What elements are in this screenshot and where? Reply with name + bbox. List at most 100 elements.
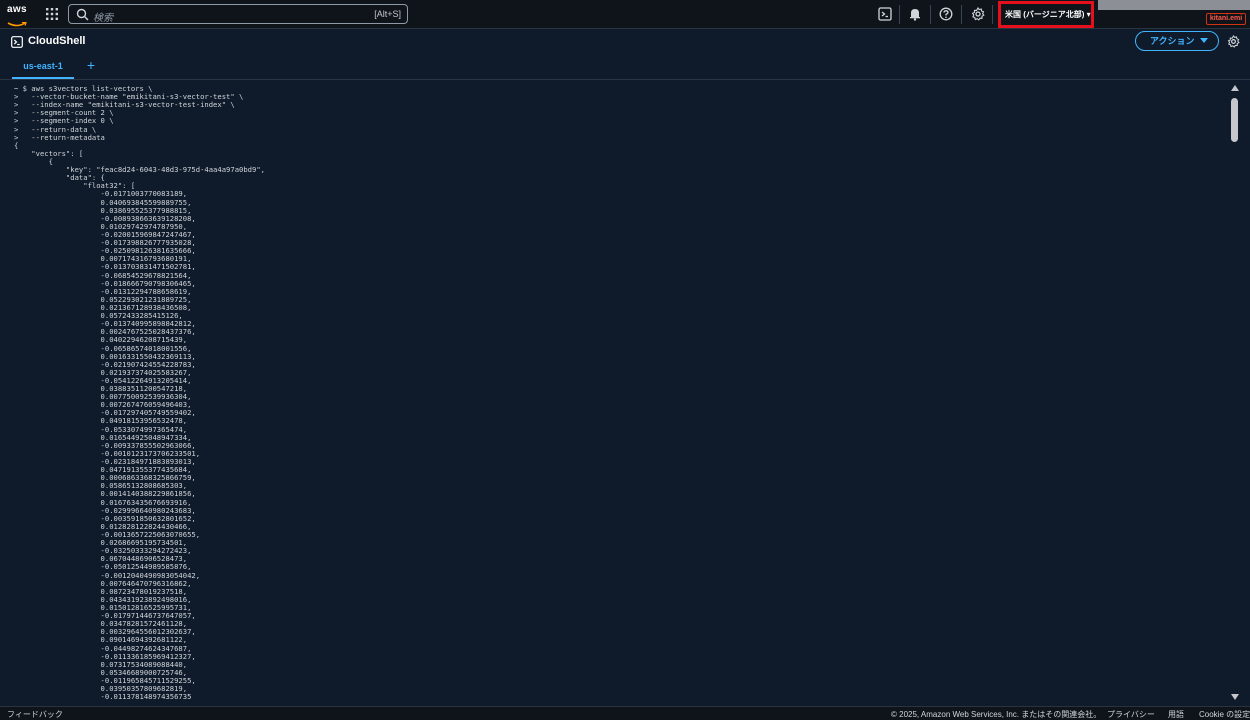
bell-icon[interactable] [908,7,922,21]
terminal-line: -0.003591850632801652, [14,513,196,523]
footer: フィードバック © 2025, Amazon Web Services, Inc… [0,706,1250,720]
account-menu-bar[interactable] [1098,0,1250,10]
terminal-line: 0.0006863368325866759, [14,473,196,483]
cloudshell-icon[interactable] [878,7,892,21]
terminal-line: 0.007267476059496403, [14,400,192,410]
cloudshell-header: CloudShell アクション [0,29,1250,56]
terminal-line: 0.0016331550432369113, [14,351,196,361]
terminal-line: -0.0013657225063070655, [14,530,201,540]
gear-icon[interactable] [971,7,985,21]
terminal-line: 0.007174316793680191, [14,254,192,264]
terminal-line: -0.013703831471502781, [14,262,196,272]
terminal-line: "vectors": [ [14,148,84,158]
terminal-line: 0.03950357809682819, [14,684,188,694]
session-tabs: us-east-1 + [0,56,1250,80]
scroll-up-arrow-icon[interactable] [1231,85,1239,91]
terminal-line: 0.02686695195734501, [14,538,188,548]
terminal-line: 0.08723478019237518, [14,586,188,596]
terminal-line: 0.052293021231889725, [14,294,192,304]
terminal-line: 0.06704486906528473, [14,554,188,564]
region-label: 米国 (バージニア北部) ▾ [1005,10,1091,19]
terminal-line: -0.017398826777935028, [14,238,196,248]
terminal-line: -0.013740995898842812, [14,319,196,329]
actions-button-label: アクション [1150,36,1195,46]
terminal-line: -0.017971446737647057, [14,611,196,621]
terminal-line: 0.0024767525028437376, [14,327,196,337]
actions-button[interactable]: アクション [1135,31,1219,51]
terminal-line: 0.016544925048947334, [14,432,192,442]
terminal-line: -0.023184971883893013, [14,457,196,467]
terms-link[interactable]: 用語 [1168,709,1184,720]
tab-us-east-1[interactable]: us-east-1 [12,56,74,79]
cloudshell-title-icon [11,36,23,48]
terminal-line: -0.025098126381635666, [14,246,196,256]
terminal-line: -0.04498274624347687, [14,643,192,653]
terminal-scrollbar[interactable] [1229,84,1241,702]
terminal-line: -0.05412264913205414, [14,375,192,385]
terminal-line: > --return-metadata [14,132,105,142]
top-navigation: aws 検索 [Alt+S] 米国 (バージニア北部) ▾ kitani.emi [0,0,1250,29]
terminal-line: -0.0010123173706233501, [14,448,201,458]
settings-gear-icon[interactable] [1227,35,1240,48]
services-grid-icon[interactable] [46,8,58,20]
terminal-line: -0.0533074997365474, [14,424,188,434]
search-placeholder: 検索 [93,13,113,24]
terminal-line: > --segment-count 2 \ [14,108,114,118]
terminal-output[interactable]: ~ $ aws s3vectors list-vectors \ > --vect… [0,81,1229,703]
terminal-line: 0.0014140388229861856, [14,489,196,499]
terminal-line: -0.011336185969412327, [14,651,196,661]
terminal-line: 0.0572433285415126, [14,311,183,321]
aws-logo-text: aws [7,4,27,15]
terminal-line: 0.03883511200547218, [14,384,188,394]
search-input[interactable]: 検索 [Alt+S] [68,4,408,24]
terminal-line: 0.05346689000725746, [14,667,188,677]
terminal-line: -0.03250333294272423, [14,546,192,556]
terminal-line: -0.06586574018001556, [14,343,192,353]
terminal-line: 0.043431923892498016, [14,594,192,604]
feedback-link[interactable]: フィードバック [7,709,63,720]
terminal-line: -0.01312294788658619, [14,286,192,296]
terminal-line: -0.018666790798306465, [14,278,196,288]
terminal-line: 0.016763435676693916, [14,497,192,507]
terminal-line: 0.007750092539936304, [14,392,192,402]
terminal-line: > --segment-index 0 \ [14,116,114,126]
terminal-line: 0.021367128938436508, [14,302,192,312]
terminal-line: 0.04022946208715439, [14,335,188,345]
terminal-line: 0.03478281572461128, [14,619,188,629]
terminal-line: -0.029996640980243683, [14,505,196,515]
add-tab-button[interactable]: + [84,57,98,73]
terminal-line: > --index-name "emikitani-s3-vector-test… [14,100,235,110]
terminal-line: 0.047191355377435684, [14,465,192,475]
scroll-down-arrow-icon[interactable] [1231,694,1239,700]
terminal-line: 0.09014694392681122, [14,635,188,645]
page-title: CloudShell [28,35,86,47]
user-badge[interactable]: kitani.emi [1206,13,1246,25]
search-shortcut: [Alt+S] [374,9,401,19]
help-icon[interactable] [939,7,953,21]
terminal-line: 0.007646470796316862, [14,578,192,588]
privacy-link[interactable]: プライバシー [1107,709,1155,720]
terminal-line: 0.0032964556012302637, [14,627,196,637]
terminal-line: "key": "feac8d24-6043-48d3-975d-4aa4a97a… [14,165,265,175]
terminal-line: 0.01029742974787950, [14,221,188,231]
cookie-settings-link[interactable]: Cookie の設定 [1199,709,1250,720]
terminal-line: -0.008938663639128208, [14,213,196,223]
terminal-line: > --return-data \ [14,124,97,134]
scroll-thumb[interactable] [1231,98,1238,142]
terminal-line: 0.021937374025583267, [14,367,192,377]
terminal-line: 0.07317534089088440, [14,659,188,669]
caret-down-icon [1200,38,1208,43]
terminal-line: -0.06854529678821564, [14,270,192,280]
terminal-line: "float32": [ [14,181,136,191]
terminal-line: -0.020015969847247467, [14,229,196,239]
terminal-line: -0.021907424554228783, [14,359,196,369]
nav-divider [899,5,900,24]
terminal-line: -0.0012040490983054042, [14,570,201,580]
nav-divider [992,5,993,24]
terminal-line: 0.038695525377988815, [14,205,192,215]
search-icon [76,8,89,21]
aws-logo[interactable]: aws [7,4,31,27]
region-selector[interactable]: 米国 (バージニア北部) ▾ [998,1,1094,28]
terminal-line: -0.011965845711529255, [14,675,196,685]
terminal-line: 0.015012816525995731, [14,603,192,612]
